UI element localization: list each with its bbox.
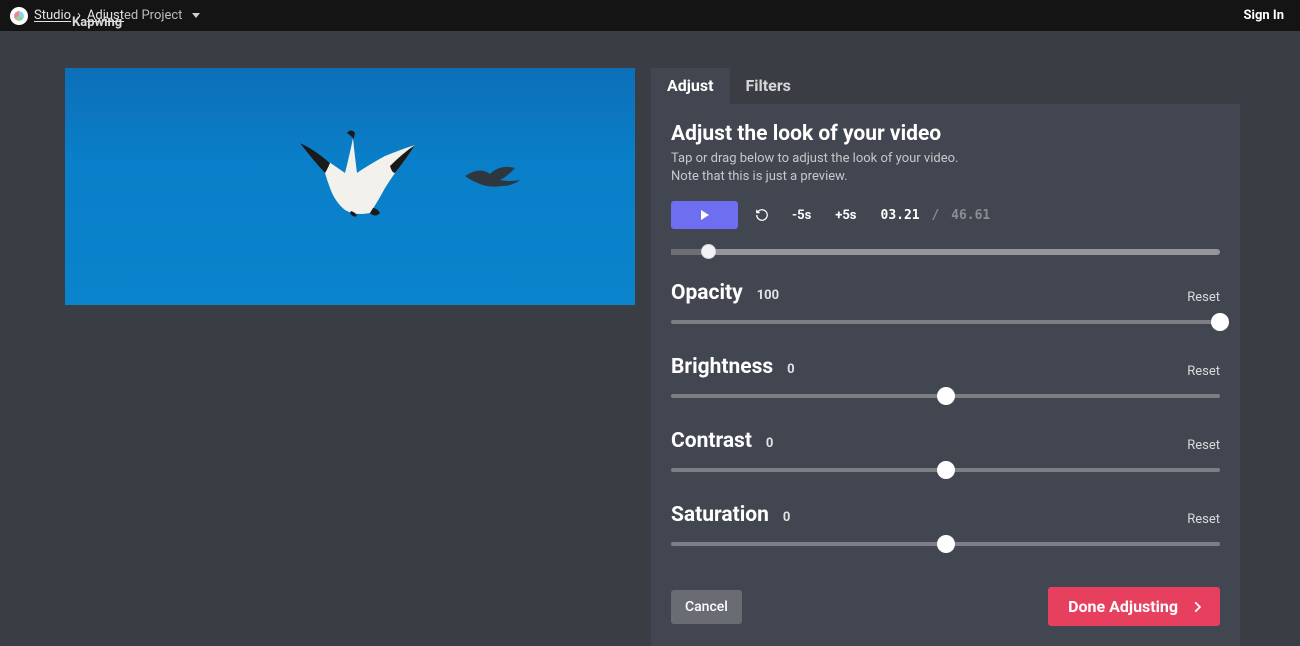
brightness-thumb[interactable] bbox=[937, 387, 955, 405]
app-logo bbox=[10, 7, 28, 25]
tab-adjust[interactable]: Adjust bbox=[651, 68, 730, 104]
panel-footer: Cancel Done Adjusting bbox=[651, 569, 1240, 646]
breadcrumb-studio[interactable]: Studio bbox=[34, 8, 71, 23]
contrast-row: Contrast 0 Reset bbox=[671, 429, 1220, 479]
cancel-button[interactable]: Cancel bbox=[671, 590, 742, 624]
breadcrumb: Kapwing Studio › Adjusted Project bbox=[34, 8, 200, 23]
contrast-value: 0 bbox=[766, 436, 773, 451]
saturation-slider[interactable] bbox=[671, 535, 1220, 553]
timeline-thumb[interactable] bbox=[701, 244, 716, 259]
done-button-label: Done Adjusting bbox=[1068, 597, 1178, 616]
contrast-slider[interactable] bbox=[671, 461, 1220, 479]
bird-illustration bbox=[295, 118, 445, 238]
contrast-thumb[interactable] bbox=[937, 461, 955, 479]
brand-overlay: Kapwing bbox=[72, 15, 122, 30]
bird-illustration-small bbox=[460, 156, 530, 196]
saturation-row: Saturation 0 Reset bbox=[671, 503, 1220, 553]
video-preview[interactable] bbox=[65, 68, 635, 305]
tabs: Adjust Filters bbox=[651, 68, 1240, 104]
tab-filters[interactable]: Filters bbox=[730, 68, 807, 104]
chevron-down-icon[interactable] bbox=[192, 13, 200, 18]
saturation-thumb[interactable] bbox=[937, 535, 955, 553]
time-current: 03.21 bbox=[881, 208, 920, 223]
contrast-reset[interactable]: Reset bbox=[1187, 438, 1220, 453]
saturation-label: Saturation bbox=[671, 503, 769, 527]
time-display: 03.21 / 46.61 bbox=[881, 208, 991, 223]
panel-title: Adjust the look of your video bbox=[671, 122, 1220, 146]
opacity-label: Opacity bbox=[671, 281, 743, 305]
opacity-thumb[interactable] bbox=[1211, 313, 1229, 331]
brightness-row: Brightness 0 Reset bbox=[671, 355, 1220, 405]
time-separator: / bbox=[931, 208, 939, 223]
brightness-slider[interactable] bbox=[671, 387, 1220, 405]
panel-subtitle-2: Note that this is just a preview. bbox=[671, 168, 1220, 186]
brightness-reset[interactable]: Reset bbox=[1187, 364, 1220, 379]
saturation-value: 0 bbox=[783, 510, 790, 525]
chevron-right-icon bbox=[1190, 600, 1204, 614]
saturation-reset[interactable]: Reset bbox=[1187, 512, 1220, 527]
opacity-value: 100 bbox=[757, 288, 779, 303]
rewind-button[interactable] bbox=[750, 208, 774, 222]
panel-subtitle-1: Tap or drag below to adjust the look of … bbox=[671, 150, 1220, 168]
brightness-value: 0 bbox=[787, 362, 794, 377]
timeline-slider[interactable] bbox=[671, 243, 1220, 259]
play-icon bbox=[701, 210, 709, 220]
adjust-sliders: Opacity 100 Reset Brightness 0 bbox=[671, 281, 1220, 569]
opacity-slider[interactable] bbox=[671, 313, 1220, 331]
brightness-label: Brightness bbox=[671, 355, 773, 379]
adjust-panel: Adjust Filters Adjust the look of your v… bbox=[651, 68, 1240, 646]
app-header: Kapwing Studio › Adjusted Project Sign I… bbox=[0, 0, 1300, 31]
rewind-icon bbox=[755, 208, 769, 222]
skip-forward-5s[interactable]: +5s bbox=[829, 208, 862, 223]
play-button[interactable] bbox=[671, 201, 738, 229]
sign-in-link[interactable]: Sign In bbox=[1244, 8, 1284, 23]
contrast-label: Contrast bbox=[671, 429, 752, 453]
done-button[interactable]: Done Adjusting bbox=[1048, 587, 1220, 626]
skip-back-5s[interactable]: -5s bbox=[786, 208, 817, 223]
opacity-reset[interactable]: Reset bbox=[1187, 290, 1220, 305]
time-total: 46.61 bbox=[951, 208, 990, 223]
project-suffix: ed Project bbox=[124, 8, 182, 23]
opacity-row: Opacity 100 Reset bbox=[671, 281, 1220, 331]
playback-controls: -5s +5s 03.21 / 46.61 bbox=[671, 201, 1220, 229]
